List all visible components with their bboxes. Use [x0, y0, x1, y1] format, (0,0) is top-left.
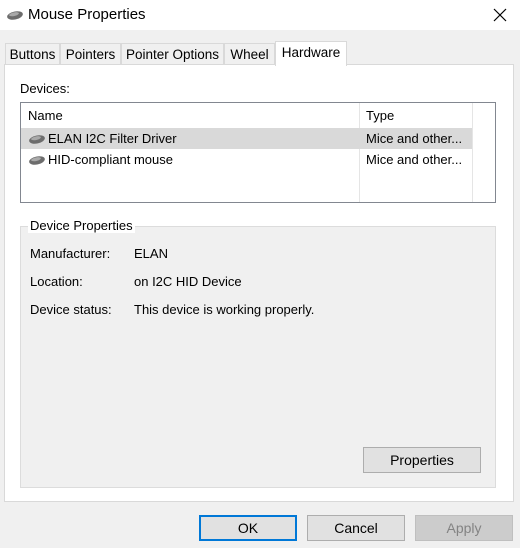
ok-button[interactable]: OK: [199, 515, 297, 541]
location-label: Location:: [30, 274, 83, 289]
device-status-label: Device status:: [30, 302, 112, 317]
column-header-name[interactable]: Name: [21, 103, 359, 127]
device-status-value: This device is working properly.: [134, 302, 315, 317]
close-button[interactable]: [482, 2, 518, 28]
mouse-device-icon: [28, 154, 46, 166]
cancel-button[interactable]: Cancel: [307, 515, 405, 541]
tab-pointer-options[interactable]: Pointer Options: [121, 43, 224, 64]
location-value: on I2C HID Device: [134, 274, 242, 289]
device-properties-title: Device Properties: [28, 218, 135, 233]
device-name: ELAN I2C Filter Driver: [48, 131, 177, 146]
column-separator: [472, 103, 473, 202]
properties-button[interactable]: Properties: [363, 447, 481, 473]
column-header-type[interactable]: Type: [359, 103, 472, 127]
tab-wheel[interactable]: Wheel: [224, 43, 275, 64]
tab-pointers[interactable]: Pointers: [60, 43, 121, 64]
device-name: HID-compliant mouse: [48, 152, 173, 167]
devices-list[interactable]: Name Type ELAN I2C Filter Driver Mice an…: [20, 102, 496, 203]
device-row-elan[interactable]: ELAN I2C Filter Driver Mice and other...: [21, 128, 472, 149]
tab-hardware[interactable]: Hardware: [275, 41, 347, 66]
title-bar: Mouse Properties: [0, 0, 520, 30]
apply-button[interactable]: Apply: [415, 515, 513, 541]
devices-label: Devices:: [20, 81, 70, 96]
device-type: Mice and other...: [366, 131, 463, 146]
device-row-hid[interactable]: HID-compliant mouse Mice and other...: [21, 149, 472, 170]
manufacturer-value: ELAN: [134, 246, 168, 261]
window-title: Mouse Properties: [28, 6, 146, 23]
device-type: Mice and other...: [366, 152, 463, 167]
mouse-device-icon: [28, 133, 46, 145]
tab-buttons[interactable]: Buttons: [5, 43, 60, 64]
manufacturer-label: Manufacturer:: [30, 246, 111, 261]
devices-list-header: Name Type: [21, 103, 495, 127]
close-icon: [493, 8, 507, 22]
mouse-icon: [6, 9, 24, 21]
